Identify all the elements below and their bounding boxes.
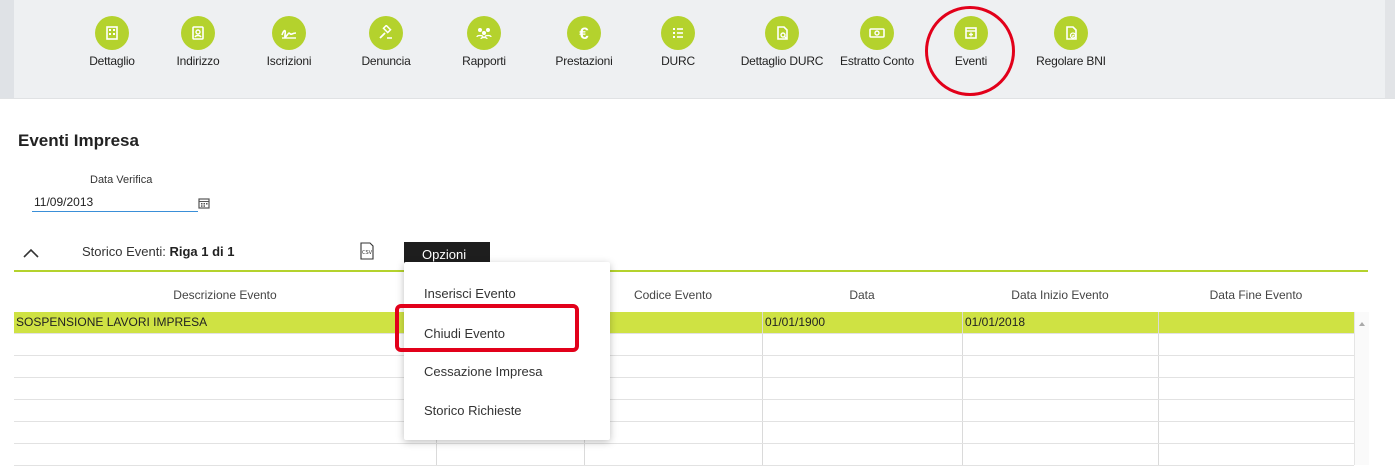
toolbar-item-rapporti[interactable]: Rapporti [429,16,539,68]
cell-empty [962,444,1158,465]
cell-empty [962,334,1158,355]
toolbar-item-durc[interactable]: DURC [623,16,733,68]
column-header-data-fine[interactable]: Data Fine Evento [1158,288,1354,302]
cell-empty [1158,378,1354,399]
cell-data: 01/01/1900 [762,312,962,333]
toolbar-right-edge [1385,0,1395,98]
signature-icon [272,16,306,50]
toolbar-item-label: Iscrizioni [266,54,312,68]
toolbar-item-iscrizioni[interactable]: Iscrizioni [234,16,344,68]
cell-empty [584,334,762,355]
address-book-icon [181,16,215,50]
cell-empty [762,422,962,443]
people-group-icon [467,16,501,50]
opzioni-menu: Inserisci Evento Chiudi Evento Cessazion… [404,262,610,440]
cell-empty [584,378,762,399]
cell-empty [762,444,962,465]
page-title: Eventi Impresa [18,131,139,150]
table-row-empty [14,400,1354,422]
cell-empty [962,422,1158,443]
banknote-icon [860,16,894,50]
eventi-table: Descrizione Evento Codice Evento Data Da… [14,272,1369,466]
calendar-icon[interactable] [198,196,210,214]
menu-item-chiudi-evento[interactable]: Chiudi Evento [424,326,505,341]
chevron-up-icon[interactable] [22,246,40,264]
cell-empty [584,400,762,421]
cell-empty [436,444,584,465]
toolbar-item-dettaglio-durc[interactable]: Dettaglio DURC [727,16,837,68]
table-row-empty [14,422,1354,444]
storico-label: Storico Eventi: [82,244,166,259]
cell-empty [584,356,762,377]
toolbar-item-label: Rapporti [462,54,506,68]
cell-empty [1158,422,1354,443]
list-icon [661,16,695,50]
column-header-data-inizio[interactable]: Data Inizio Evento [962,288,1158,302]
menu-item-inserisci-evento[interactable]: Inserisci Evento [424,286,516,301]
column-header-codice[interactable]: Codice Evento [584,288,762,302]
toolbar-item-label: Denuncia [361,54,411,68]
toolbar-item-denuncia[interactable]: Denuncia [331,16,441,68]
cell-descrizione: SOSPENSIONE LAVORI IMPRESA [16,315,208,329]
storico-eventi-header: Storico Eventi: Riga 1 di 1 [82,244,234,259]
menu-item-storico-richieste[interactable]: Storico Richieste [424,403,522,418]
cell-empty [1158,444,1354,465]
cell-empty [1158,356,1354,377]
cell-empty [762,378,962,399]
cell-codice [584,312,762,333]
toolbar-item-regolare-bni[interactable]: Regolare BNI [1016,16,1126,68]
date-verifica-input[interactable] [32,193,198,212]
svg-text:CSV: CSV [362,250,373,256]
column-header-descrizione[interactable]: Descrizione Evento [14,288,436,302]
gavel-icon [369,16,403,50]
cell-empty [1158,334,1354,355]
cell-empty [1158,400,1354,421]
table-row-empty [14,444,1354,466]
table-row-empty [14,378,1354,400]
calendar-add-icon [954,16,988,50]
document-search-icon [765,16,799,50]
toolbar: Dettaglio Indirizzo Iscrizioni Denuncia … [0,0,1395,99]
cell-empty [762,356,962,377]
menu-item-cessazione-impresa[interactable]: Cessazione Impresa [424,364,543,379]
cell-empty [584,422,762,443]
scroll-up-arrow-icon[interactable] [1358,314,1366,332]
csv-export-icon[interactable]: CSV [360,242,374,265]
cell-empty [962,378,1158,399]
toolbar-left-edge [0,0,14,98]
cell-empty [962,400,1158,421]
cell-empty [962,356,1158,377]
date-verifica-label: Data Verifica [90,174,153,186]
toolbar-item-label: DURC [661,54,695,68]
document-check-icon [1054,16,1088,50]
toolbar-item-label: Eventi [954,54,988,68]
cell-empty [762,334,962,355]
building-icon [95,16,129,50]
toolbar-item-eventi[interactable]: Eventi [916,16,1026,68]
table-row[interactable]: SOSPENSIONE LAVORI IMPRESA 01/01/1900 01… [14,312,1354,334]
toolbar-item-label: Regolare BNI [1036,54,1106,68]
table-row-empty [14,334,1354,356]
column-header-data[interactable]: Data [762,288,962,302]
euro-icon: € [567,16,601,50]
cell-data-inizio: 01/01/2018 [962,312,1158,333]
cell-data-fine [1158,312,1354,333]
cell-empty [584,444,762,465]
opzioni-button[interactable]: Opzioni [404,242,490,264]
table-row-empty [14,356,1354,378]
cell-empty [762,400,962,421]
table-scrollbar[interactable] [1354,312,1369,465]
storico-rows-info: Riga 1 di 1 [169,244,235,259]
table-header: Descrizione Evento Codice Evento Data Da… [14,272,1368,312]
toolbar-item-label: Dettaglio DURC [740,54,824,68]
